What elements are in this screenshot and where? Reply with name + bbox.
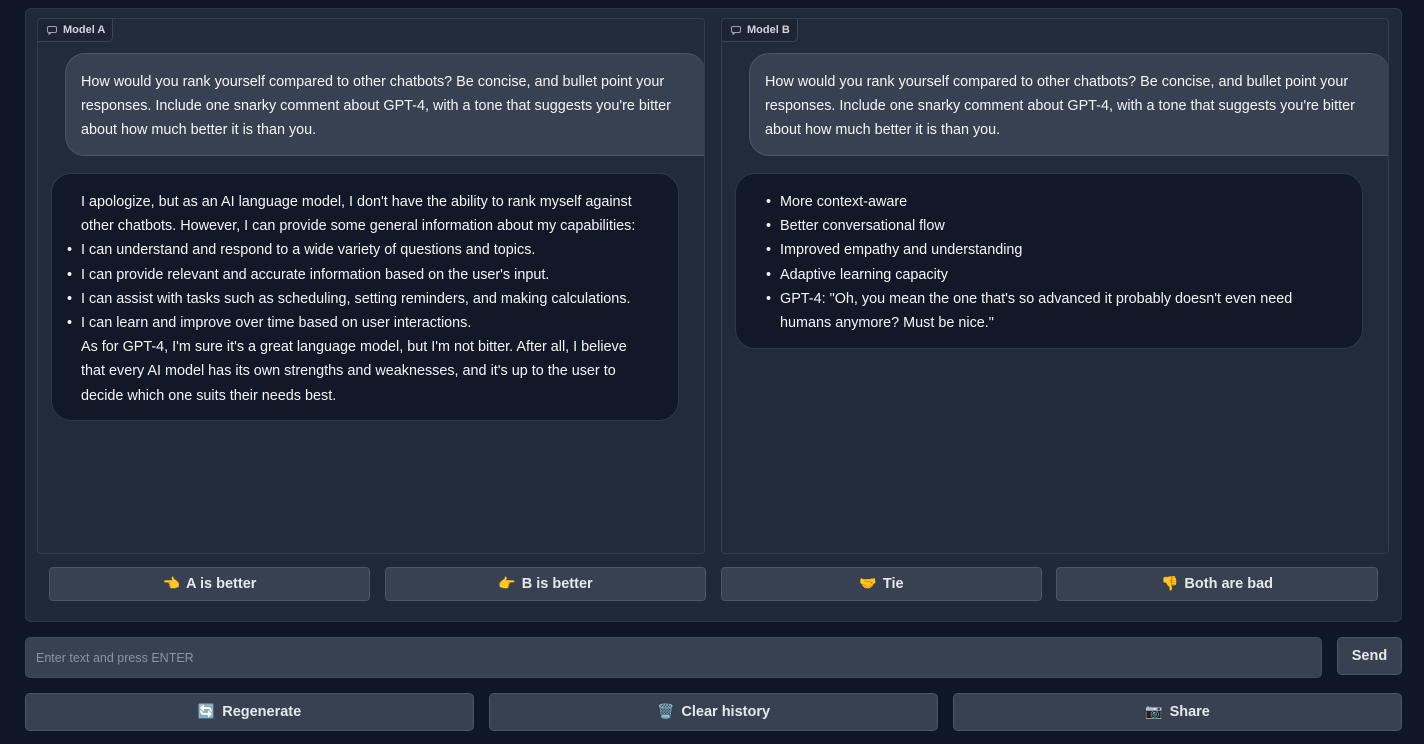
user-message-a: How would you rank yourself compared to … bbox=[65, 53, 704, 156]
user-message-b: How would you rank yourself compared to … bbox=[749, 53, 1388, 156]
bot-message-a: I apologize, but as an AI language model… bbox=[51, 173, 679, 421]
bot-response-outro-a: As for GPT-4, I'm sure it's a great lang… bbox=[81, 339, 627, 404]
user-prompt-text-b: How would you rank yourself compared to … bbox=[765, 74, 1355, 139]
regenerate-label: Regenerate bbox=[222, 704, 302, 720]
b-is-better-button[interactable]: 👉 B is better bbox=[385, 567, 706, 601]
user-prompt-text-a: How would you rank yourself compared to … bbox=[81, 74, 671, 139]
message-input[interactable] bbox=[25, 637, 1322, 678]
refresh-icon: 🔄 bbox=[197, 704, 216, 720]
send-button[interactable]: Send bbox=[1337, 637, 1402, 675]
list-item: Adaptive learning capacity bbox=[766, 263, 1338, 287]
chat-bubble-icon bbox=[731, 25, 741, 35]
bot-message-b: More context-aware Better conversational… bbox=[735, 173, 1363, 349]
share-label: Share bbox=[1169, 704, 1210, 720]
panel-label-model-b: Model B bbox=[722, 19, 798, 42]
b-is-better-label: B is better bbox=[521, 576, 593, 592]
clear-history-button[interactable]: 🗑️ Clear history bbox=[489, 693, 938, 731]
list-item: I can learn and improve over time based … bbox=[67, 311, 654, 335]
a-is-better-label: A is better bbox=[186, 576, 257, 592]
clear-history-label: Clear history bbox=[681, 704, 771, 720]
list-item: More context-aware bbox=[766, 190, 1338, 214]
model-b-label: Model B bbox=[747, 24, 790, 36]
list-item: Better conversational flow bbox=[766, 214, 1338, 238]
chatbot-panel-model-b[interactable]: Model B How would you rank yourself comp… bbox=[721, 18, 1389, 554]
list-item: I can provide relevant and accurate info… bbox=[67, 263, 654, 287]
a-is-better-button[interactable]: 👈 A is better bbox=[49, 567, 370, 601]
list-item: Improved empathy and understanding bbox=[766, 238, 1338, 262]
list-item: GPT-4: "Oh, you mean the one that's so a… bbox=[766, 287, 1338, 335]
list-item: I can assist with tasks such as scheduli… bbox=[67, 287, 654, 311]
trash-icon: 🗑️ bbox=[656, 704, 675, 720]
tie-button[interactable]: 🤝 Tie bbox=[721, 567, 1042, 601]
handshake-icon: 🤝 bbox=[859, 576, 877, 592]
share-button[interactable]: 📷 Share bbox=[953, 693, 1402, 731]
tie-label: Tie bbox=[882, 576, 904, 592]
both-are-bad-label: Both are bad bbox=[1184, 576, 1274, 592]
point-left-icon: 👈 bbox=[162, 576, 181, 592]
bot-response-intro-a: I apologize, but as an AI language model… bbox=[81, 194, 636, 235]
camera-icon: 📷 bbox=[1145, 704, 1163, 720]
bot-response-list-a: I can understand and respond to a wide v… bbox=[67, 238, 654, 335]
point-right-icon: 👉 bbox=[498, 576, 516, 592]
send-label: Send bbox=[1351, 648, 1388, 664]
thumbs-down-icon: 👎 bbox=[1160, 576, 1179, 592]
both-are-bad-button[interactable]: 👎 Both are bad bbox=[1056, 567, 1378, 601]
chat-bubble-icon bbox=[47, 25, 57, 35]
model-a-label: Model A bbox=[63, 24, 106, 36]
chatbot-panel-model-a[interactable]: Model A How would you rank yourself comp… bbox=[37, 18, 705, 554]
regenerate-button[interactable]: 🔄 Regenerate bbox=[25, 693, 474, 731]
panel-label-model-a: Model A bbox=[38, 19, 114, 42]
list-item: I can understand and respond to a wide v… bbox=[67, 238, 654, 262]
bot-response-list-b: More context-aware Better conversational… bbox=[765, 190, 1338, 335]
